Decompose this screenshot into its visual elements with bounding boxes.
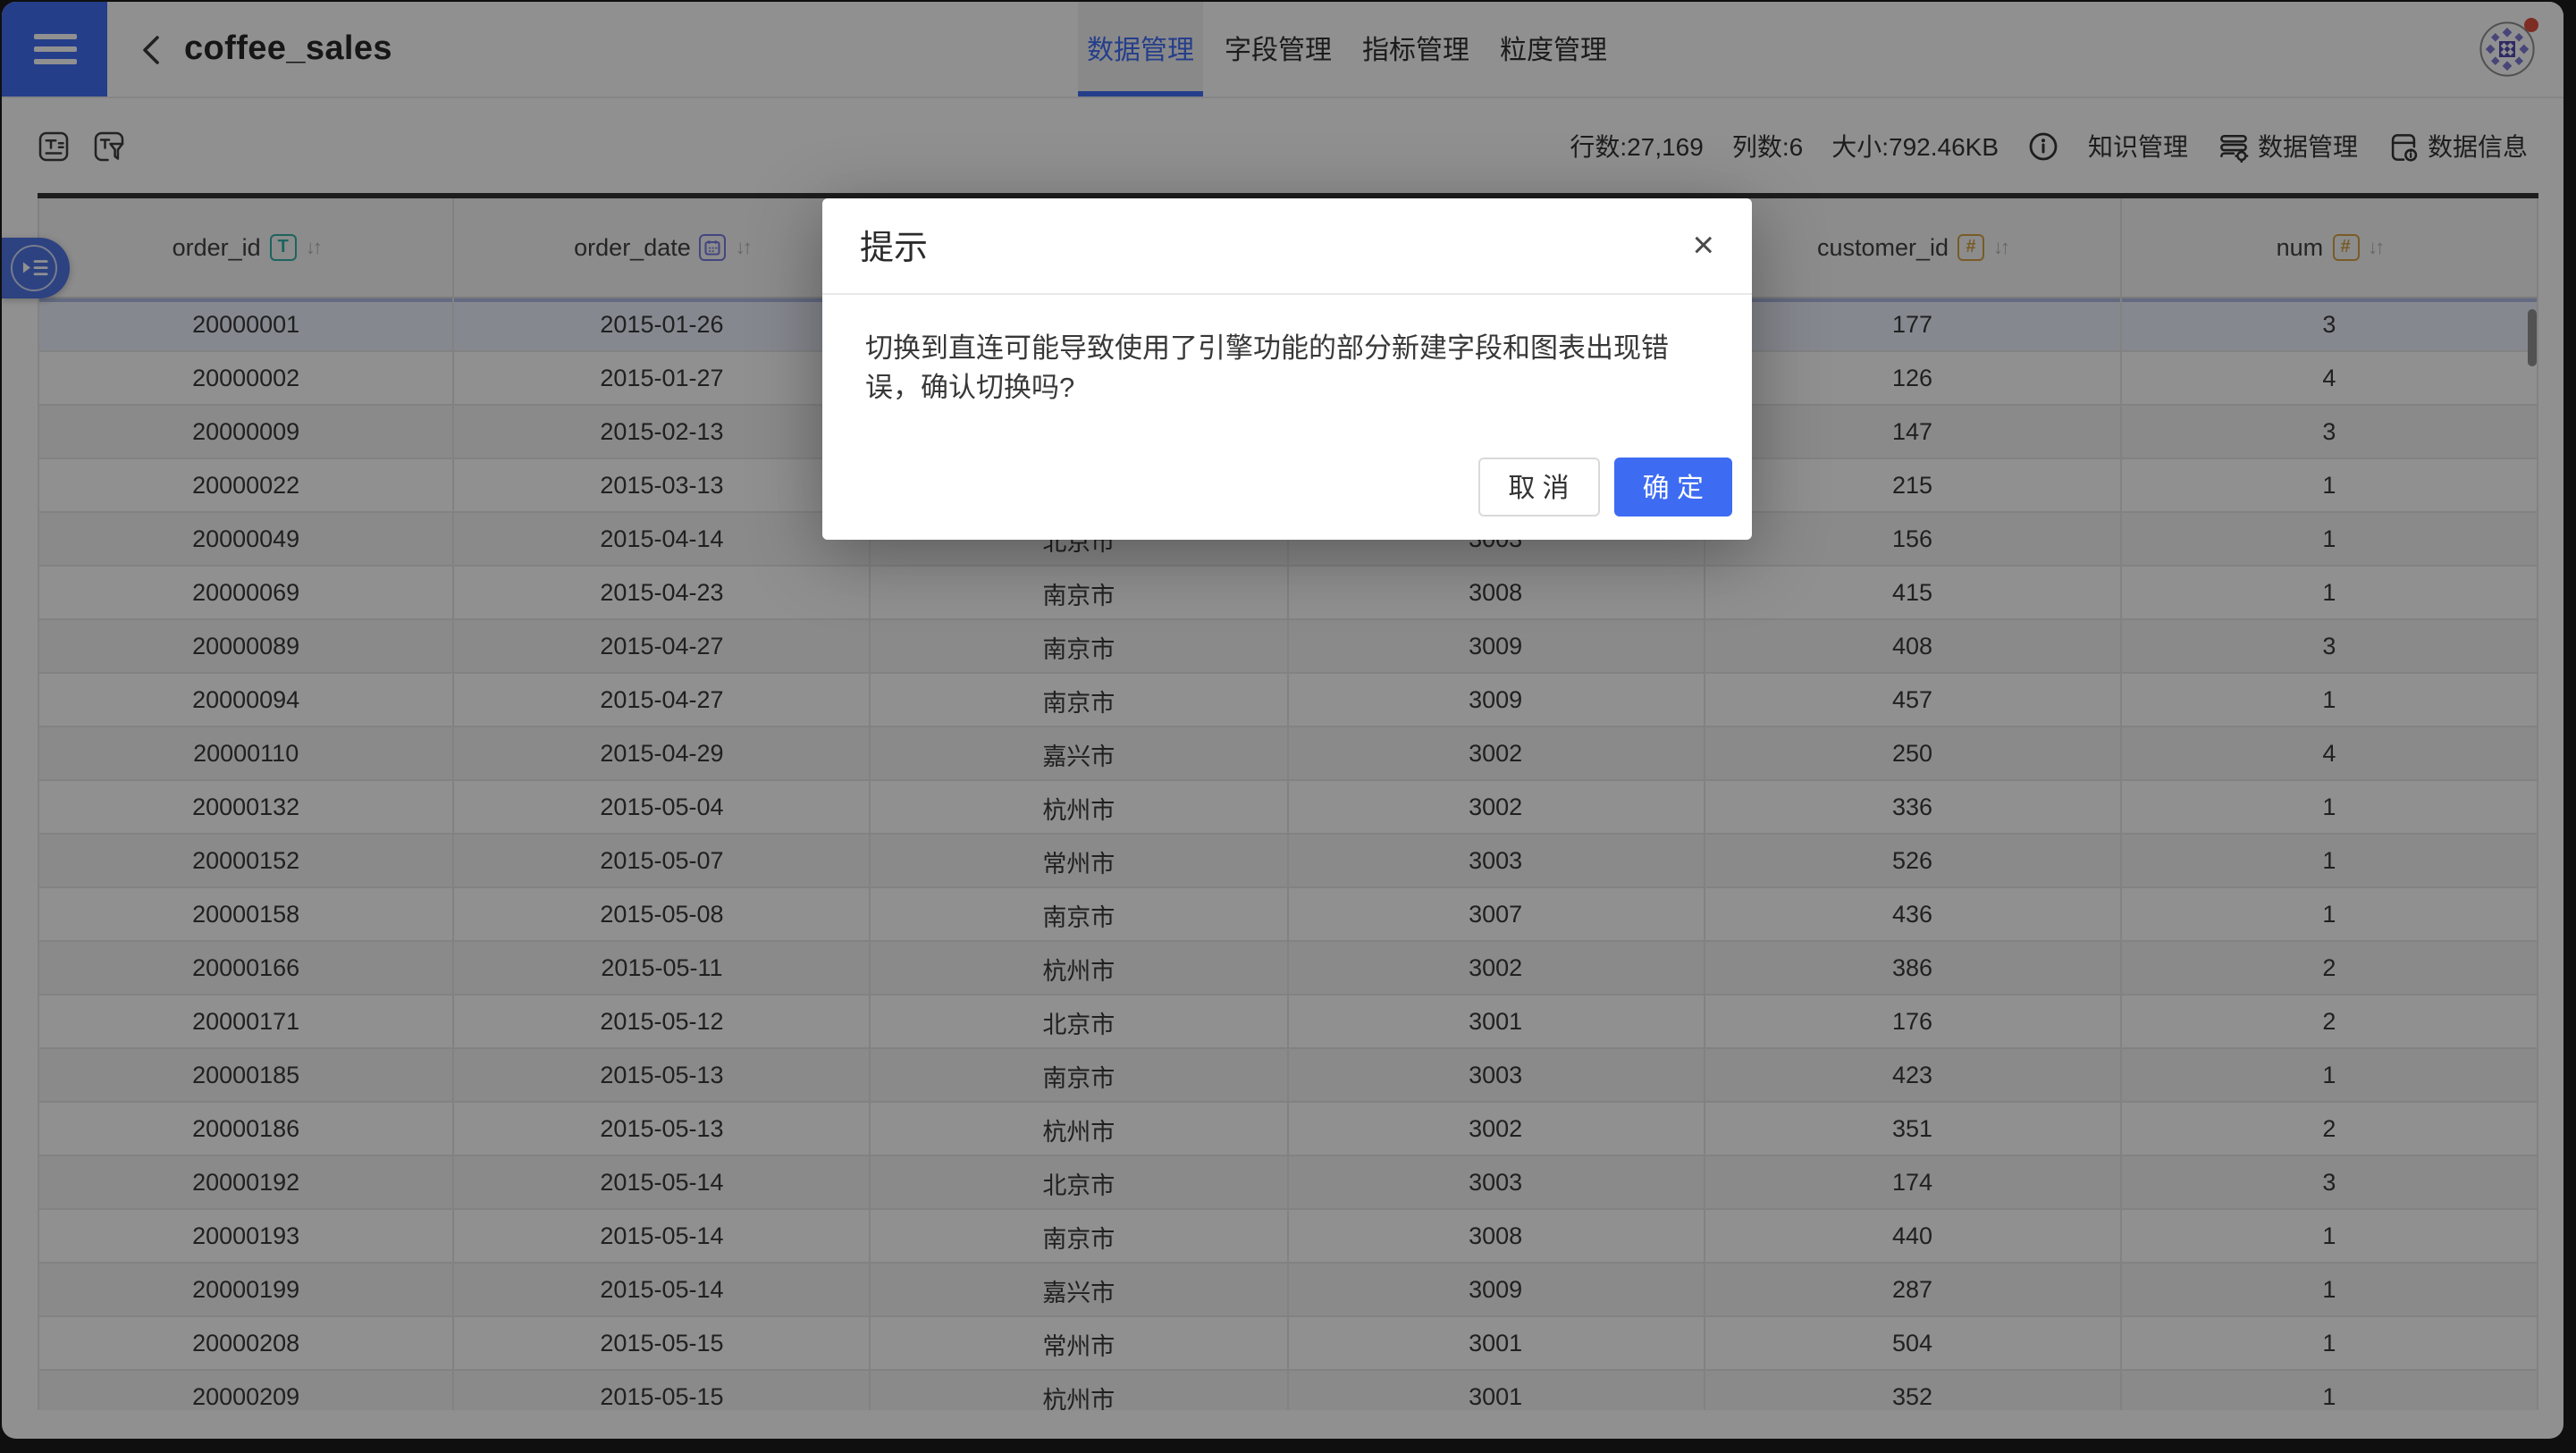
cancel-button[interactable]: 取 消 [1477, 458, 1599, 517]
dialog-footer: 取 消 确 定 [1477, 458, 1732, 517]
confirm-button[interactable]: 确 定 [1614, 458, 1732, 517]
confirm-dialog: 提示 × 切换到直连可能导致使用了引擎功能的部分新建字段和图表出现错误，确认切换… [822, 198, 1752, 540]
dialog-title: 提示 [860, 222, 928, 270]
dialog-header: 提示 × [822, 198, 1752, 295]
close-icon[interactable]: × [1692, 227, 1714, 265]
dialog-message: 切换到直连可能导致使用了引擎功能的部分新建字段和图表出现错误，确认切换吗? [822, 295, 1752, 409]
screen-frame: coffee_sales 数据管理字段管理指标管理粒度管理 [0, 0, 2576, 1453]
